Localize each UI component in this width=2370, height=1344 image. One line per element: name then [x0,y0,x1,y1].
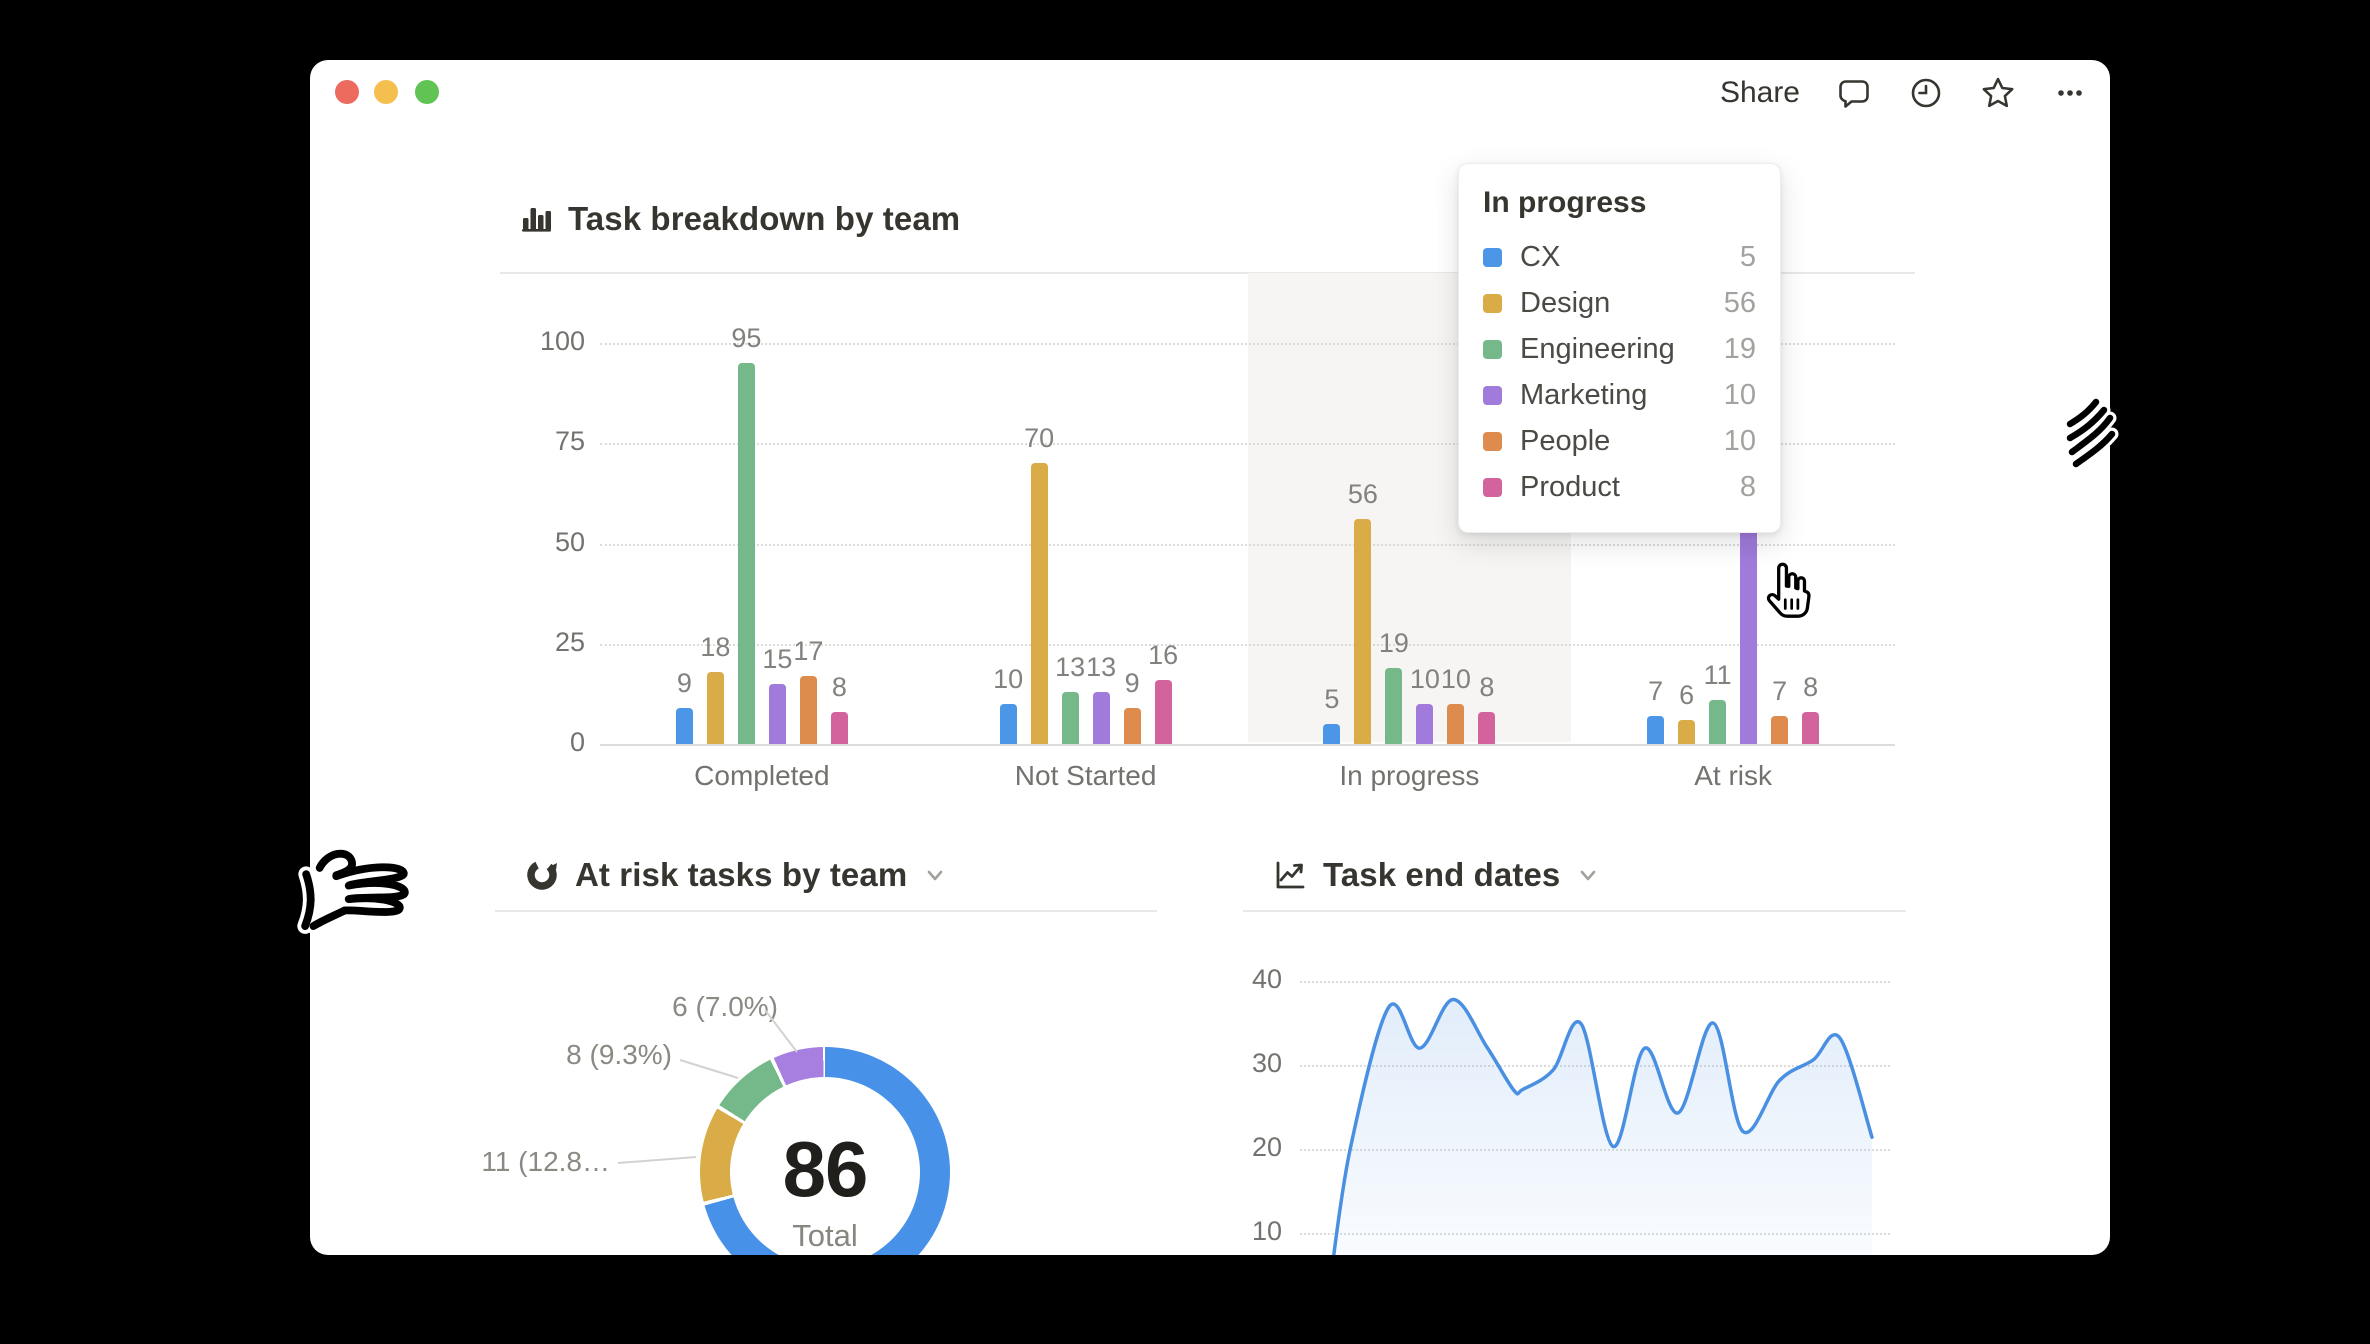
bar-cx-in-progress[interactable] [1323,724,1340,744]
bar-product-not-started[interactable] [1155,680,1172,744]
donut-total-label: Total [700,1218,950,1254]
bar-design-at-risk[interactable] [1678,720,1695,744]
legend-swatch [1483,386,1502,405]
bar-value-label: 56 [1323,479,1403,510]
screen-background: Share [0,0,2370,1344]
y-tick-label: 20 [1190,1132,1282,1163]
bar-marketing-not-started[interactable] [1093,692,1110,744]
bar-engineering-at-risk[interactable] [1709,700,1726,744]
bar-cx-not-started[interactable] [1000,704,1017,744]
bar-value-label: 8 [1771,672,1851,703]
bar-value-label: 70 [999,423,1079,454]
y-tick-label: 30 [1190,1048,1282,1079]
bar-product-completed[interactable] [831,712,848,744]
tooltip-row: Product8 [1483,464,1756,510]
area-chart-curve [1295,940,1935,1255]
legend-swatch [1483,340,1502,359]
app-window: Share [310,60,2110,1255]
tooltip-row-label: Engineering [1520,333,1724,366]
tooltip-row: Design56 [1483,280,1756,326]
tooltip-row: People10 [1483,418,1756,464]
bar-design-completed[interactable] [707,672,724,744]
tooltip-row-value: 19 [1724,333,1756,366]
tooltip-row-label: People [1520,425,1724,458]
bar-people-in-progress[interactable] [1447,704,1464,744]
tooltip-row-value: 5 [1740,241,1756,274]
tooltip-row: CX5 [1483,234,1756,280]
bar-people-at-risk[interactable] [1771,716,1788,744]
bar-value-label: 8 [1447,672,1527,703]
bar-cx-at-risk[interactable] [1647,716,1664,744]
hand-doodle-left [288,843,424,951]
bar-value-label: 95 [706,323,786,354]
donut-center: 86 Total [700,1128,950,1254]
bar-product-at-risk[interactable] [1802,712,1819,744]
hand-pointer-cursor [1762,560,1814,622]
tooltip-row-value: 8 [1740,471,1756,504]
chart-tooltip: In progress CX5Design56Engineering19Mark… [1458,163,1781,533]
bar-engineering-not-started[interactable] [1062,692,1079,744]
bar-marketing-at-risk[interactable] [1740,511,1757,744]
bar-marketing-in-progress[interactable] [1416,704,1433,744]
bar-people-not-started[interactable] [1124,708,1141,744]
tooltip-row: Engineering19 [1483,326,1756,372]
y-tick-label: 10 [1190,1216,1282,1247]
tooltip-row-label: Marketing [1520,379,1724,412]
bar-design-not-started[interactable] [1031,463,1048,744]
legend-swatch [1483,478,1502,497]
scribble-doodle-right [2058,388,2130,476]
tooltip-row-value: 10 [1724,379,1756,412]
bar-value-label: 16 [1123,640,1203,671]
legend-swatch [1483,432,1502,451]
tooltip-row: Marketing10 [1483,372,1756,418]
bar-value-label: 19 [1354,628,1434,659]
donut-total-value: 86 [700,1128,950,1210]
tooltip-row-label: CX [1520,241,1740,274]
tooltip-row-value: 56 [1724,287,1756,320]
legend-swatch [1483,248,1502,267]
bar-marketing-completed[interactable] [769,684,786,744]
y-tick-label: 40 [1190,964,1282,995]
tooltip-title: In progress [1483,186,1756,220]
bar-value-label: 17 [768,636,848,667]
legend-swatch [1483,294,1502,313]
tooltip-row-label: Design [1520,287,1724,320]
bar-cx-completed[interactable] [676,708,693,744]
tooltip-row-label: Product [1520,471,1740,504]
bar-value-label: 8 [799,672,879,703]
bar-product-in-progress[interactable] [1478,712,1495,744]
tooltip-row-value: 10 [1724,425,1756,458]
bar-engineering-completed[interactable] [738,363,755,744]
